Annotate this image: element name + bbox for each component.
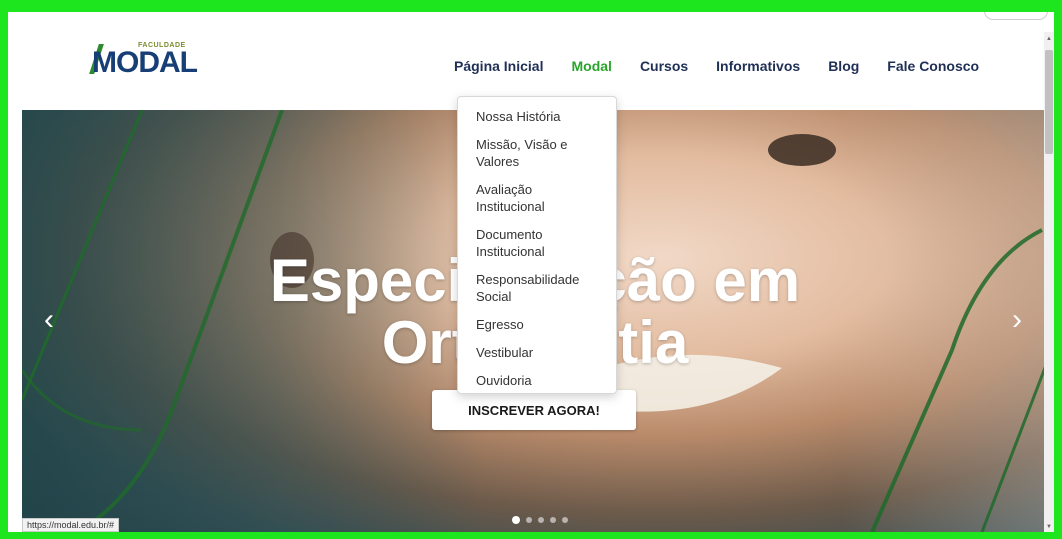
scroll-up-icon[interactable]: ▲ — [1046, 36, 1052, 42]
nav-item-blog[interactable]: Blog — [814, 50, 873, 82]
menu-item-missao-visao-valores[interactable]: Missão, Visão e Valores — [458, 133, 616, 173]
carousel-next-icon[interactable]: › — [1012, 305, 1022, 335]
scrollbar[interactable]: ▲ ▼ — [1044, 32, 1054, 532]
carousel-dot-5[interactable] — [562, 517, 568, 523]
logo-word: MODAL — [92, 46, 198, 79]
carousel-dot-3[interactable] — [538, 517, 544, 523]
browser-viewport: FACULDADE MODAL Página Inicial Modal Cur… — [8, 12, 1054, 532]
carousel-dot-2[interactable] — [526, 517, 532, 523]
menu-item-responsabilidade-social[interactable]: Responsabilidade Social — [458, 268, 616, 308]
nav-item-fale-conosco[interactable]: Fale Conosco — [873, 50, 993, 82]
carousel-prev-icon[interactable]: ‹ — [44, 305, 54, 335]
nav-item-cursos[interactable]: Cursos — [626, 50, 702, 82]
menu-item-ouvidoria[interactable]: Ouvidoria — [458, 369, 616, 392]
scroll-thumb[interactable] — [1045, 50, 1053, 154]
carousel-dot-1[interactable] — [512, 516, 520, 524]
logo[interactable]: FACULDADE MODAL — [89, 42, 212, 82]
menu-item-nossa-historia[interactable]: Nossa História — [458, 105, 616, 128]
menu-item-avaliacao-institucional[interactable]: Avaliação Institucional — [458, 178, 616, 218]
main-nav: Página Inicial Modal Cursos Informativos… — [440, 50, 993, 82]
carousel-indicators — [512, 516, 568, 524]
carousel-dot-4[interactable] — [550, 517, 556, 523]
status-bar-url: https://modal.edu.br/# — [22, 518, 120, 532]
menu-item-documento-institucional[interactable]: Documento Institucional — [458, 223, 616, 263]
menu-item-vestibular[interactable]: Vestibular — [458, 341, 616, 364]
top-pill[interactable] — [984, 12, 1048, 20]
modal-dropdown-menu: Nossa História Missão, Visão e Valores A… — [457, 96, 617, 394]
enroll-button[interactable]: INSCREVER AGORA! — [432, 390, 636, 430]
scroll-down-icon[interactable]: ▼ — [1046, 524, 1052, 530]
nav-item-modal[interactable]: Modal — [557, 50, 625, 82]
nav-item-pagina-inicial[interactable]: Página Inicial — [440, 50, 557, 82]
menu-item-egresso[interactable]: Egresso — [458, 313, 616, 336]
nav-item-informativos[interactable]: Informativos — [702, 50, 814, 82]
